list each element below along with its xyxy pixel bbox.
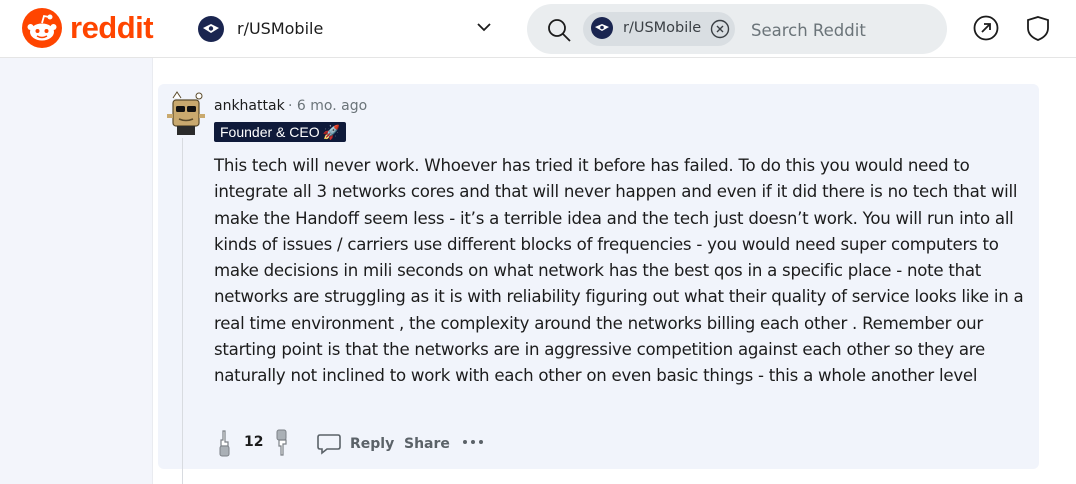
search-icon	[548, 19, 571, 42]
left-sidebar	[0, 58, 152, 484]
chevron-down-icon	[477, 23, 491, 32]
reddit-logo-icon[interactable]	[22, 8, 62, 48]
reply-label: Reply	[350, 436, 395, 452]
rocket-icon: 🚀	[322, 124, 341, 140]
comment-actions: 12 Reply Share	[214, 428, 514, 458]
subreddit-name: r/USMobile	[237, 19, 324, 38]
close-icon[interactable]	[710, 19, 730, 39]
brand-wordmark[interactable]: reddit	[70, 10, 154, 46]
subreddit-picker[interactable]: r/USMobile	[198, 14, 498, 44]
subreddit-icon	[198, 16, 224, 42]
more-options-icon[interactable]	[461, 432, 485, 452]
popular-icon[interactable]	[972, 14, 1000, 42]
search-scope-chip[interactable]: r/USMobile	[583, 12, 735, 46]
sidebar-divider	[152, 58, 153, 484]
search-input[interactable]	[751, 18, 931, 42]
top-header: reddit r/USMobile r/USMobile	[0, 0, 1076, 58]
comment-timestamp[interactable]: · 6 mo. ago	[288, 98, 367, 114]
comment-bubble-icon	[317, 434, 341, 455]
search-scope-label: r/USMobile	[623, 20, 702, 36]
search-bar[interactable]: r/USMobile	[527, 4, 947, 54]
vote-score: 12	[244, 434, 264, 450]
share-button[interactable]: Share	[404, 436, 450, 452]
upvote-icon[interactable]	[214, 428, 236, 458]
thread-line[interactable]	[182, 138, 183, 484]
user-avatar[interactable]	[165, 90, 207, 136]
comment-author[interactable]: ankhattak	[214, 98, 285, 114]
moderation-icon[interactable]	[1024, 14, 1052, 42]
user-flair: Founder & CEO 🚀	[214, 122, 347, 142]
downvote-icon[interactable]	[272, 428, 292, 458]
subreddit-icon	[591, 17, 613, 39]
comment-body: This tech will never work. Whoever has t…	[214, 156, 1024, 386]
flair-label: Founder & CEO	[220, 124, 320, 140]
